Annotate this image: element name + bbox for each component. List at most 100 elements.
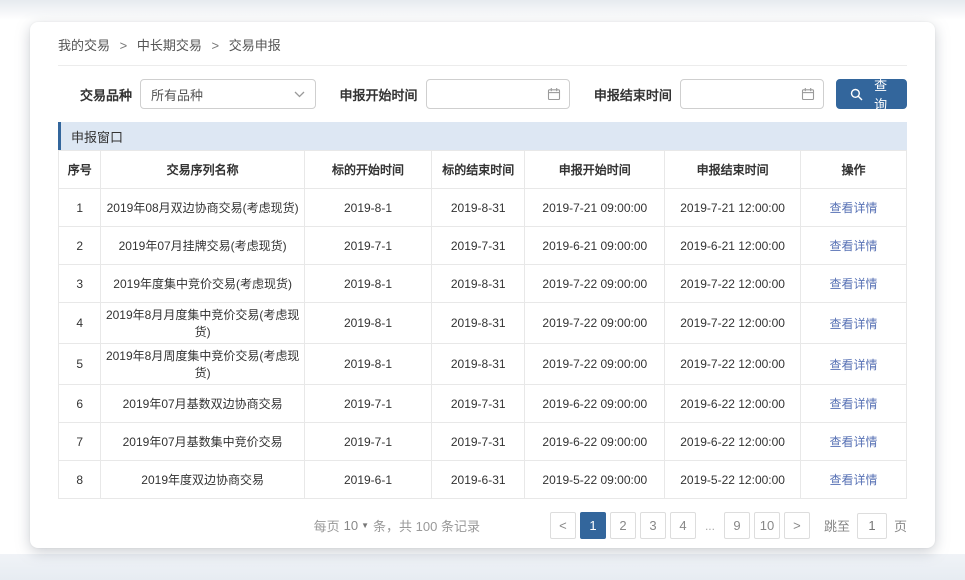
search-button[interactable]: 查询: [836, 79, 907, 109]
breadcrumb-item-mid-long-term[interactable]: 中长期交易: [137, 38, 202, 53]
cell-target-end: 2019-8-31: [432, 189, 525, 227]
declare-start-datebox: [426, 79, 570, 109]
per-page-value: 10: [344, 518, 358, 533]
cell-seq: 3: [59, 265, 101, 303]
cell-declare-end: 2019-7-22 12:00:00: [665, 344, 801, 385]
view-details-link[interactable]: 查看详情: [829, 397, 877, 411]
cell-series-name: 2019年8月周度集中竞价交易(考虑现货): [101, 344, 305, 385]
page-ellipsis: ...: [700, 512, 720, 539]
cell-target-start: 2019-8-1: [304, 344, 431, 385]
page-button-10[interactable]: 10: [754, 512, 780, 539]
cell-target-end: 2019-7-31: [432, 423, 525, 461]
col-header-declare-end: 申报结束时间: [665, 151, 801, 189]
cell-series-name: 2019年度集中竞价交易(考虑现货): [101, 265, 305, 303]
breadcrumb-item-trade-declaration[interactable]: 交易申报: [229, 38, 281, 53]
cell-target-start: 2019-7-1: [304, 423, 431, 461]
filter-bar: 交易品种 所有品种 申报开始时间 申报结束时间: [80, 79, 907, 109]
breadcrumb-separator: >: [212, 38, 220, 53]
records-total-text: 条，共 100 条记录: [373, 516, 480, 535]
cell-seq: 4: [59, 303, 101, 344]
next-page-button[interactable]: >: [784, 512, 810, 539]
product-type-select[interactable]: 所有品种: [140, 79, 316, 109]
declare-end-input[interactable]: [689, 87, 801, 102]
declare-end-label: 申报结束时间: [594, 85, 672, 104]
per-page-select[interactable]: 10 ▼: [344, 518, 369, 533]
table-row: 4 2019年8月月度集中竞价交易(考虑现货) 2019-8-1 2019-8-…: [59, 303, 907, 344]
page-button-1[interactable]: 1: [580, 512, 606, 539]
view-details-link[interactable]: 查看详情: [829, 201, 877, 215]
cell-seq: 2: [59, 227, 101, 265]
declare-start-label: 申报开始时间: [340, 85, 418, 104]
table-row: 8 2019年度双边协商交易 2019-6-1 2019-6-31 2019-5…: [59, 461, 907, 499]
cell-series-name: 2019年07月挂牌交易(考虑现货): [101, 227, 305, 265]
section-title: 申报窗口: [71, 127, 123, 146]
cell-target-end: 2019-8-31: [432, 265, 525, 303]
cell-declare-start: 2019-7-22 09:00:00: [525, 265, 665, 303]
product-type-selected-value: 所有品种: [151, 85, 203, 104]
jump-label: 跳至: [824, 516, 850, 535]
per-page-prefix: 每页: [314, 516, 340, 535]
view-details-link[interactable]: 查看详情: [829, 239, 877, 253]
cell-declare-start: 2019-6-22 09:00:00: [525, 385, 665, 423]
cell-declare-start: 2019-6-21 09:00:00: [525, 227, 665, 265]
cell-declare-end: 2019-7-21 12:00:00: [665, 189, 801, 227]
cell-series-name: 2019年07月基数双边协商交易: [101, 385, 305, 423]
cell-series-name: 2019年8月月度集中竞价交易(考虑现货): [101, 303, 305, 344]
cell-target-end: 2019-7-31: [432, 227, 525, 265]
view-details-link[interactable]: 查看详情: [829, 277, 877, 291]
cell-series-name: 2019年07月基数集中竞价交易: [101, 423, 305, 461]
chevron-down-icon: [294, 91, 305, 98]
calendar-icon[interactable]: [801, 87, 815, 101]
table-row: 5 2019年8月周度集中竞价交易(考虑现货) 2019-8-1 2019-8-…: [59, 344, 907, 385]
cell-seq: 7: [59, 423, 101, 461]
col-header-actions: 操作: [800, 151, 906, 189]
page-button-4[interactable]: 4: [670, 512, 696, 539]
cell-declare-start: 2019-5-22 09:00:00: [525, 461, 665, 499]
caret-down-icon: ▼: [361, 521, 369, 530]
cell-seq: 8: [59, 461, 101, 499]
cell-target-end: 2019-6-31: [432, 461, 525, 499]
col-header-seq: 序号: [59, 151, 101, 189]
table-header-row: 序号 交易序列名称 标的开始时间 标的结束时间 申报开始时间 申报结束时间 操作: [59, 151, 907, 189]
calendar-icon[interactable]: [547, 87, 561, 101]
cell-declare-end: 2019-7-22 12:00:00: [665, 303, 801, 344]
cell-target-end: 2019-8-31: [432, 303, 525, 344]
col-header-series-name: 交易序列名称: [101, 151, 305, 189]
jump-unit-label: 页: [894, 516, 907, 535]
per-page-control: 每页 10 ▼ 条，共 100 条记录: [314, 516, 480, 535]
breadcrumb-separator: >: [120, 38, 128, 53]
cell-target-end: 2019-7-31: [432, 385, 525, 423]
breadcrumb-item-my-trades[interactable]: 我的交易: [58, 38, 110, 53]
col-header-declare-start: 申报开始时间: [525, 151, 665, 189]
page-button-2[interactable]: 2: [610, 512, 636, 539]
cell-declare-end: 2019-6-22 12:00:00: [665, 385, 801, 423]
jump-page-input[interactable]: [857, 513, 887, 539]
cell-series-name: 2019年度双边协商交易: [101, 461, 305, 499]
table-row: 2 2019年07月挂牌交易(考虑现货) 2019-7-1 2019-7-31 …: [59, 227, 907, 265]
cell-declare-end: 2019-7-22 12:00:00: [665, 265, 801, 303]
cell-target-start: 2019-8-1: [304, 189, 431, 227]
cell-declare-start: 2019-7-22 09:00:00: [525, 344, 665, 385]
cell-declare-start: 2019-7-21 09:00:00: [525, 189, 665, 227]
search-button-label: 查询: [868, 75, 893, 113]
cell-declare-end: 2019-6-21 12:00:00: [665, 227, 801, 265]
cell-target-start: 2019-7-1: [304, 385, 431, 423]
cell-seq: 6: [59, 385, 101, 423]
cell-declare-end: 2019-6-22 12:00:00: [665, 423, 801, 461]
view-details-link[interactable]: 查看详情: [829, 435, 877, 449]
view-details-link[interactable]: 查看详情: [829, 358, 877, 372]
view-details-link[interactable]: 查看详情: [829, 473, 877, 487]
table-row: 1 2019年08月双边协商交易(考虑现货) 2019-8-1 2019-8-3…: [59, 189, 907, 227]
page-button-9[interactable]: 9: [724, 512, 750, 539]
declare-end-datebox: [680, 79, 824, 109]
declare-start-input[interactable]: [435, 87, 547, 102]
page-button-3[interactable]: 3: [640, 512, 666, 539]
cell-declare-start: 2019-6-22 09:00:00: [525, 423, 665, 461]
col-header-target-end: 标的结束时间: [432, 151, 525, 189]
prev-page-button[interactable]: <: [550, 512, 576, 539]
view-details-link[interactable]: 查看详情: [829, 317, 877, 331]
cell-declare-start: 2019-7-22 09:00:00: [525, 303, 665, 344]
section-header-declare-window: 申报窗口: [58, 122, 907, 150]
table-row: 6 2019年07月基数双边协商交易 2019-7-1 2019-7-31 20…: [59, 385, 907, 423]
cell-target-start: 2019-7-1: [304, 227, 431, 265]
